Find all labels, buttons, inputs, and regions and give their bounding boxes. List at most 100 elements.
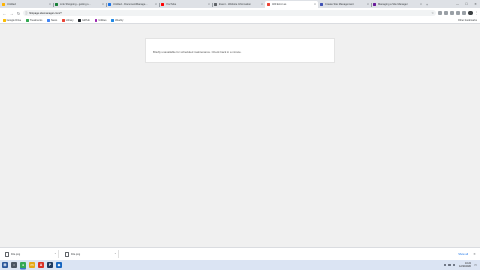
window-controls: — ☐ ✕	[453, 0, 480, 8]
other-bookmarks[interactable]: Other bookmarks	[458, 19, 477, 22]
bookmark-item[interactable]: Utilities	[94, 19, 107, 22]
browser-tab[interactable]: YouTube ✕	[159, 1, 212, 8]
volume-icon[interactable]	[448, 263, 451, 267]
favicon-icon	[2, 3, 5, 6]
bookmark-item[interactable]: Treatments	[26, 19, 42, 22]
favicon-icon	[320, 3, 323, 6]
bookmark-item[interactable]: Weebly	[111, 19, 123, 22]
maintenance-message: Briefly unavailable for scheduled mainte…	[153, 50, 242, 54]
favicon-icon	[78, 19, 82, 22]
download-item[interactable]: File.png ^	[63, 250, 119, 258]
app-icon[interactable]: ◆	[56, 262, 62, 268]
favicon-icon	[62, 19, 65, 22]
bookmark-item[interactable]: Google Drive	[3, 19, 21, 22]
network-icon[interactable]	[443, 263, 447, 267]
favicon-icon	[55, 3, 58, 6]
file-icon	[5, 251, 9, 257]
close-icon[interactable]: ✕	[208, 3, 210, 6]
favicon-icon	[94, 19, 98, 22]
extension-icon[interactable]	[444, 11, 448, 15]
bookmark-label: Google Drive	[6, 19, 22, 22]
extension-icon[interactable]	[462, 11, 466, 15]
favicon-icon	[214, 3, 217, 6]
bookmark-label: Treatments	[29, 19, 43, 22]
download-filename: File.png	[71, 252, 81, 256]
chrome-taskbar-icon[interactable]: ●	[20, 262, 26, 268]
browser-tab[interactable]: Untitled - DocumentManage... ✕	[106, 1, 159, 8]
extension-icon[interactable]	[456, 11, 460, 15]
extension-icon[interactable]	[438, 11, 442, 15]
battery-icon[interactable]	[452, 263, 456, 267]
start-menu-icon[interactable]: ⊞	[2, 262, 8, 268]
browser-tab-active[interactable]: 400 Error as ✕	[265, 1, 318, 8]
chevron-up-icon[interactable]: ^	[115, 253, 116, 256]
favicon-icon	[161, 3, 164, 6]
bookmark-star-icon[interactable]: ☆	[431, 11, 434, 15]
page-content: Briefly unavailable for scheduled mainte…	[0, 24, 480, 247]
tab-title: Create Site Management	[325, 3, 354, 6]
browser-tab[interactable]: Managing a Site Manager ✕	[371, 1, 424, 8]
favicon-icon	[26, 19, 29, 22]
file-explorer-icon[interactable]: ▭	[29, 262, 35, 268]
site-info-icon[interactable]: ⓘ	[25, 11, 28, 15]
maintenance-message-box: Briefly unavailable for scheduled mainte…	[145, 38, 335, 63]
address-bar[interactable]: ⓘ firstpage.sitemanager.com/? ☆	[23, 10, 436, 16]
bookmark-label: GitHub	[82, 19, 90, 22]
browser-toolbar: ← → ↻ ⓘ firstpage.sitemanager.com/? ☆ ⋮	[0, 8, 480, 18]
chevron-up-icon[interactable]: ^	[55, 253, 56, 256]
bookmark-label: Weebly	[115, 19, 124, 22]
browser-tab[interactable]: Event - Website Information ✕	[212, 1, 265, 8]
close-downloads-icon[interactable]: ✕	[472, 252, 477, 256]
browser-tab[interactable]: Untitled ✕	[0, 1, 53, 8]
close-icon[interactable]: ✕	[155, 3, 157, 6]
bookmark-label: News	[50, 19, 58, 22]
other-bookmarks-label: Other bookmarks	[457, 19, 477, 22]
close-icon[interactable]: ✕	[367, 3, 369, 6]
photoshop-icon[interactable]: P	[47, 262, 53, 268]
close-icon[interactable]: ✕	[314, 3, 316, 6]
show-all-downloads-button[interactable]: Show all	[458, 253, 468, 256]
clock[interactable]: 10:22 12/10/2020	[459, 262, 471, 268]
bookmark-item[interactable]: Library	[62, 19, 73, 22]
close-window-icon[interactable]: ✕	[471, 0, 480, 8]
favicon-icon	[267, 3, 270, 6]
url-text[interactable]: firstpage.sitemanager.com/?	[29, 12, 62, 15]
menu-icon[interactable]: ⋮	[475, 11, 479, 15]
maximize-icon[interactable]: ☐	[462, 0, 471, 8]
close-icon[interactable]: ✕	[420, 3, 422, 6]
browser-tab[interactable]: Create Site Management ✕	[318, 1, 371, 8]
close-icon[interactable]: ✕	[102, 3, 104, 6]
file-icon	[65, 251, 69, 257]
favicon-icon	[111, 19, 115, 22]
new-tab-button[interactable]: +	[424, 1, 430, 8]
browser-tab[interactable]: Link Shopping - getting s... ✕	[53, 1, 106, 8]
bookmark-label: Library	[65, 19, 74, 22]
tab-title: 400 Error as	[272, 3, 287, 6]
tab-title: YouTube	[166, 3, 177, 6]
tab-title: Link Shopping - getting s...	[60, 3, 91, 6]
bookmark-item[interactable]: GitHub	[78, 19, 90, 22]
close-icon[interactable]: ✕	[261, 3, 263, 6]
notifications-icon[interactable]: ▭	[473, 261, 478, 269]
minimize-icon[interactable]: —	[453, 0, 462, 8]
profile-avatar[interactable]	[468, 10, 473, 16]
download-item[interactable]: File.png ^	[3, 250, 59, 258]
favicon-icon	[108, 3, 111, 6]
close-icon[interactable]: ✕	[49, 3, 51, 6]
search-icon[interactable]: ○	[11, 262, 17, 268]
extension-icon[interactable]	[450, 11, 454, 15]
clock-date: 12/10/2020	[459, 265, 471, 268]
download-filename: File.png	[11, 252, 21, 256]
tab-title: Untitled	[7, 3, 16, 6]
forward-button[interactable]: →	[9, 11, 14, 16]
bookmark-item[interactable]: News	[47, 19, 57, 22]
acrobat-icon[interactable]: A	[38, 262, 44, 268]
reload-button[interactable]: ↻	[16, 11, 21, 16]
tab-title: Managing a Site Manager	[378, 3, 408, 6]
system-tray: 10:22 12/10/2020 ▭	[443, 261, 478, 269]
downloads-bar: File.png ^ File.png ^ Show all ✕	[0, 247, 480, 260]
back-button[interactable]: ←	[2, 11, 7, 16]
bookmark-label: Utilities	[98, 19, 107, 22]
windows-taskbar: ⊞ ○ ● ▭ A P ◆ 10:22 12/10/2020 ▭	[0, 260, 480, 270]
favicon-icon	[373, 3, 376, 6]
